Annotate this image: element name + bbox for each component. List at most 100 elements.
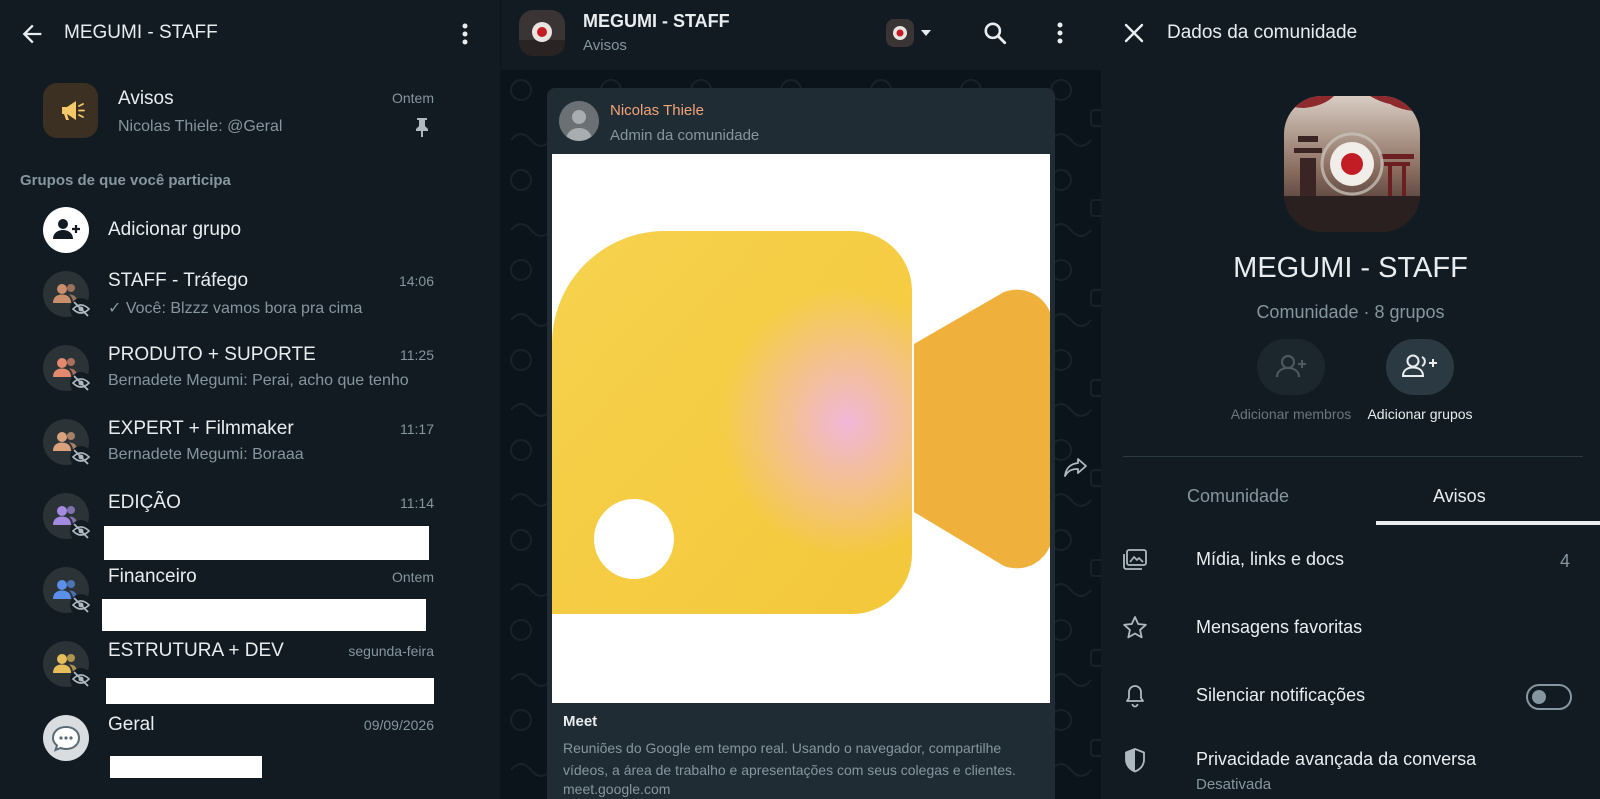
chat-preview-text: Bernadete Megumi: Perai, acho que tenho (108, 372, 409, 389)
chat-preview: Bernadete Megumi: Boraaa (108, 446, 304, 464)
privacy-status: Desativada (1196, 776, 1272, 793)
bell-icon (1126, 685, 1144, 708)
chat-time: 11:17 (400, 421, 434, 437)
add-groups-circle (1386, 339, 1454, 395)
active-tab-indicator (1376, 521, 1600, 525)
community-info: Comunidade · 8 grupos (1256, 302, 1445, 322)
group-chat-item[interactable]: ESTRUTURA + DEV segunda-feira (0, 638, 500, 712)
privacy-label: Privacidade avançada da conversa (1196, 749, 1477, 769)
hidden-eye-icon (70, 520, 92, 542)
chat-time: Ontem (391, 90, 434, 106)
tab-community[interactable]: Comunidade (1187, 486, 1289, 507)
chat-time: 11:25 (400, 347, 434, 363)
community-title: MEGUMI - STAFF (64, 22, 218, 43)
add-groups-label: Adicionar grupos (1367, 406, 1473, 422)
link-preview-image[interactable] (552, 154, 1050, 703)
conversation-subtitle: Avisos (583, 37, 627, 54)
add-person-icon (53, 219, 80, 239)
group-chat-item[interactable]: Geral 09/09/2026 (0, 712, 500, 786)
chat-name: STAFF - Tráfego (108, 270, 249, 291)
sender-name[interactable]: Nicolas Thiele (610, 102, 704, 119)
add-group-avatar (43, 207, 89, 253)
chat-preview: Bernadete Megumi: Perai, acho que tenho (108, 372, 409, 390)
hidden-eye-icon (70, 298, 92, 320)
announcements-chat[interactable]: Avisos Nicolas Thiele: @Geral Ontem (0, 76, 500, 148)
mute-notifications-item[interactable]: Silenciar notificações (1101, 682, 1600, 742)
community-avatar-large[interactable] (1284, 96, 1420, 232)
hidden-eye-icon (70, 594, 92, 616)
megaphone-icon (62, 101, 85, 120)
community-avatar[interactable] (519, 10, 565, 56)
redacted-preview (102, 599, 426, 631)
dropdown-caret-icon[interactable] (920, 28, 932, 38)
add-person-icon (1276, 355, 1306, 378)
star-icon (1123, 616, 1147, 639)
tab-notices[interactable]: Avisos (1433, 486, 1486, 507)
media-count: 4 (1559, 551, 1570, 571)
hidden-eye-icon (70, 668, 92, 690)
mute-toggle[interactable] (1526, 684, 1572, 710)
chat-time: Ontem (391, 569, 434, 585)
message-bubble[interactable]: Nicolas Thiele Admin da comunidade Meet … (547, 88, 1055, 799)
hidden-eye-icon (70, 446, 92, 468)
mute-label: Silenciar notificações (1196, 685, 1366, 705)
search-icon[interactable] (982, 20, 1008, 46)
link-title[interactable]: Meet (563, 713, 597, 730)
chat-preview-text: Você: Blzzz vamos bora pra cima (125, 300, 363, 317)
groups-section-label: Grupos de que você participa (20, 172, 231, 189)
add-members-button[interactable]: Adicionar membros (1216, 339, 1366, 429)
advanced-privacy-item[interactable]: Privacidade avançada da conversa Desativ… (1101, 746, 1600, 799)
chat-name: Avisos (118, 88, 174, 109)
sender-role: Admin da comunidade (610, 127, 760, 144)
redacted-preview (110, 756, 262, 778)
group-avatar (43, 715, 89, 761)
chat-preview: Nicolas Thiele: @Geral (118, 118, 283, 135)
announcements-avatar (43, 83, 98, 138)
back-arrow-icon[interactable] (18, 20, 46, 48)
redacted-preview (106, 678, 434, 704)
add-members-circle (1257, 339, 1325, 395)
community-info-panel: Dados da comunidade MEGUMI - STAFF Comun… (1101, 0, 1600, 799)
chat-name: EDIÇÃO (108, 492, 181, 513)
conversation-title: MEGUMI - STAFF (583, 11, 730, 31)
group-chat-item[interactable]: EXPERT + Filmmaker 11:17 Bernadete Megumi:… (0, 416, 500, 490)
sender-photo (559, 101, 599, 141)
media-links-docs-item[interactable]: Mídia, links e docs 4 (1101, 546, 1600, 606)
community-switcher-avatar[interactable] (886, 19, 914, 47)
group-chat-item[interactable]: STAFF - Tráfego 14:06 ✓ Você: Blzzz vamos … (0, 268, 500, 342)
more-options-icon[interactable] (455, 20, 475, 48)
group-chat-item[interactable]: Financeiro Ontem (0, 564, 500, 638)
community-groups-panel: MEGUMI - STAFF Avisos Nicolas Thiele: @G… (0, 0, 500, 799)
starred-label: Mensagens favoritas (1196, 617, 1363, 637)
hidden-eye-icon (70, 372, 92, 394)
add-groups-button[interactable]: Adicionar grupos (1345, 339, 1495, 429)
more-options-icon[interactable] (1050, 20, 1070, 46)
redacted-preview (104, 526, 429, 560)
group-chat-item[interactable]: PRODUTO + SUPORTE 11:25 Bernadete Megumi: … (0, 342, 500, 416)
meet-logo-icon (552, 231, 1050, 614)
group-chat-item[interactable]: EDIÇÃO 11:14 (0, 490, 500, 564)
chat-preview: ✓ Você: Blzzz vamos bora pra cima (108, 298, 362, 318)
chat-name: Financeiro (108, 566, 197, 587)
starred-messages-item[interactable]: Mensagens favoritas (1101, 614, 1600, 674)
chat-name: PRODUTO + SUPORTE (108, 344, 316, 365)
chat-name: ESTRUTURA + DEV (108, 640, 284, 661)
pin-icon (416, 118, 428, 137)
community-photo (886, 19, 914, 47)
left-header: MEGUMI - STAFF (0, 0, 500, 66)
community-photo (519, 10, 565, 56)
close-icon[interactable] (1123, 22, 1145, 44)
add-group-icon (1401, 354, 1437, 377)
media-label: Mídia, links e docs (1196, 549, 1345, 569)
divider (1123, 456, 1583, 457)
community-photo (1284, 96, 1420, 232)
chat-bubble-icon (51, 725, 81, 752)
add-group-item[interactable]: Adicionar grupo (0, 203, 500, 259)
shield-icon (1125, 748, 1145, 773)
chat-name: Geral (108, 714, 155, 735)
conversation-header[interactable]: MEGUMI - STAFF Avisos (501, 0, 1101, 70)
link-url[interactable]: meet.google.com (563, 781, 670, 797)
forward-icon[interactable] (1063, 456, 1089, 478)
link-description: Reuniões do Google em tempo real. Usando… (563, 740, 1016, 778)
sender-avatar[interactable] (559, 101, 599, 141)
